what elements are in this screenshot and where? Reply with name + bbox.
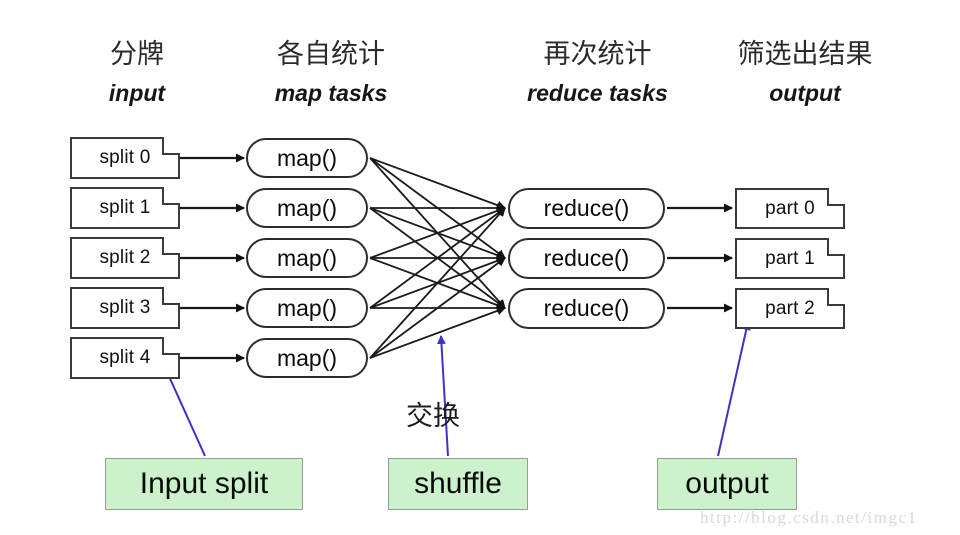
reduce-task-label: reduce() [543, 295, 630, 321]
heading-cn: 各自统计 [277, 39, 385, 70]
split-box: split 2 [70, 235, 180, 279]
part-label: part 2 [765, 297, 815, 319]
split-to-map-connectors [180, 153, 245, 363]
page-fold-icon [162, 285, 180, 305]
annotation-pointers [157, 321, 751, 457]
map-task-label: map() [276, 294, 338, 321]
reduce-to-part-connectors [667, 203, 733, 313]
heading-cn: 分牌 [110, 39, 164, 70]
page-fold-icon [162, 235, 180, 255]
heading-cn: 再次统计 [543, 39, 652, 70]
reduce-task-node: reduce() [508, 188, 665, 229]
split-box: split 3 [70, 285, 180, 329]
page-fold-icon [827, 286, 845, 306]
map-task-label: map() [276, 344, 338, 371]
split-box: split 4 [70, 335, 180, 379]
callout-shuffle: shuffle [388, 458, 528, 510]
split-label: split 4 [99, 347, 151, 368]
page-fold-icon [162, 135, 180, 155]
reduce-task-label: reduce() [543, 245, 630, 271]
split-label: split 3 [99, 297, 151, 318]
page-fold-icon [827, 186, 845, 206]
diagram-canvas: 分牌 input 各自统计 map tasks 再次统计 reduce task… [0, 0, 960, 535]
part-label: part 0 [765, 197, 815, 219]
callout-input-split: Input split [105, 458, 303, 510]
part-label: part 1 [765, 247, 815, 269]
callout-label: output [685, 467, 769, 500]
split-box: split 0 [70, 135, 180, 179]
heading-en: map tasks [274, 80, 388, 106]
heading-en: reduce tasks [527, 80, 668, 106]
split-label: split 2 [99, 247, 151, 268]
part-box: part 1 [735, 236, 845, 279]
pointer-output [717, 321, 751, 457]
part-box: part 2 [735, 286, 845, 329]
watermark: http://blog.csdn.net/imgc1 [700, 508, 918, 527]
shuffle-connectors [369, 157, 506, 359]
map-task-label: map() [276, 244, 338, 271]
map-task-node: map() [246, 288, 368, 328]
reduce-task-label: reduce() [543, 195, 630, 221]
map-task-node: map() [246, 138, 368, 178]
column-heading-map-tasks: 各自统计 map tasks [236, 38, 426, 108]
heading-en: input [108, 80, 166, 106]
callout-label: shuffle [414, 467, 502, 500]
reduce-task-node: reduce() [508, 238, 665, 279]
part-box: part 0 [735, 186, 845, 229]
column-heading-reduce-tasks: 再次统计 reduce tasks [500, 38, 695, 108]
split-box: split 1 [70, 185, 180, 229]
exchange-note: 交换 [406, 401, 460, 432]
column-heading-input: 分牌 input [72, 38, 202, 108]
column-heading-output: 筛选出结果 output [720, 38, 890, 108]
map-task-node: map() [246, 238, 368, 278]
callout-label: Input split [139, 467, 269, 500]
map-task-node: map() [246, 338, 368, 378]
map-task-label: map() [276, 144, 338, 171]
callout-output: output [657, 458, 797, 510]
heading-en: output [769, 80, 841, 106]
heading-cn: 筛选出结果 [737, 39, 873, 70]
split-label: split 1 [99, 197, 151, 218]
map-task-node: map() [246, 188, 368, 228]
page-fold-icon [162, 335, 180, 355]
reduce-task-node: reduce() [508, 288, 665, 329]
page-fold-icon [162, 185, 180, 205]
map-task-label: map() [276, 194, 338, 221]
split-label: split 0 [99, 147, 151, 168]
page-fold-icon [827, 236, 845, 256]
